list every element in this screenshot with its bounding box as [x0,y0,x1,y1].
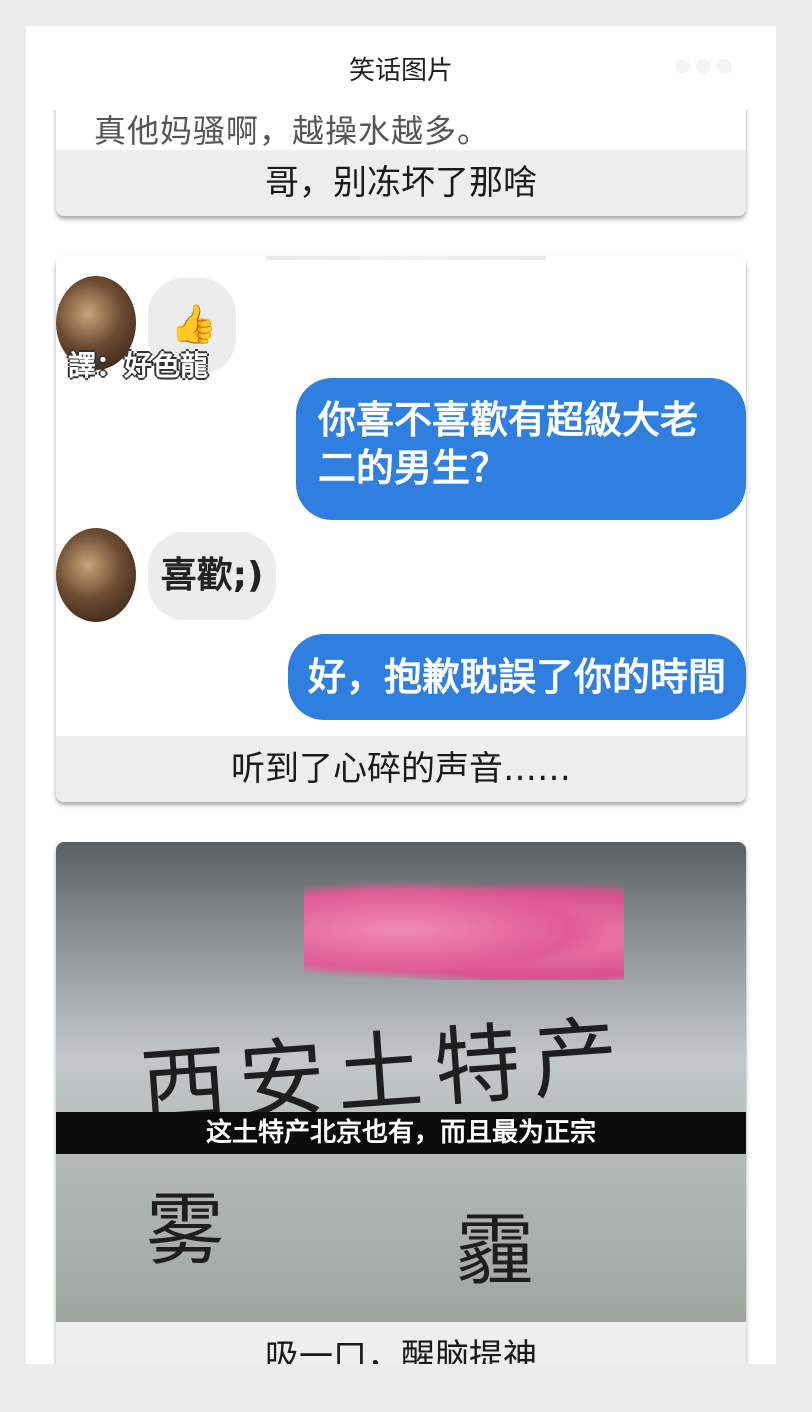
page-title: 笑话图片 [348,56,453,86]
chat-bubble-right: 好，抱歉耽誤了你的時間 [288,634,746,720]
more-menu-icon[interactable] [675,59,732,74]
top-bar: 笑话图片 [26,26,776,110]
handwriting-left: 雾 [146,1186,225,1276]
chat-bubble-left: 喜歡;) [148,532,276,620]
translator-label: 譯：好色龍 [68,349,209,382]
thumbs-up-icon: 👍 [170,302,218,346]
chat-message: 好，抱歉耽誤了你的時間 [308,655,727,699]
chat-message: 你喜不喜歡有超級大老二的男生？ [318,398,699,490]
image-top-fragment [266,256,546,260]
post-card[interactable]: 西安土特产 这土特产北京也有，而且最为正宗 雾 霾 吸一口，醒脑提神 [56,842,746,1364]
pink-bow [304,880,624,980]
post-caption: 哥，别冻坏了那啥 [56,150,746,216]
page-frame: 笑话图片 真他妈骚啊，越操水越多。 哥，别冻坏了那啥 👍 譯：好色龍 你喜不喜歡… [26,26,776,1364]
post-card[interactable]: 👍 譯：好色龍 你喜不喜歡有超級大老二的男生？ 喜歡;) 好，抱歉耽誤了你的時間… [56,256,746,802]
image-text: 真他妈骚啊，越操水越多。 [94,112,491,150]
post-image[interactable]: 西安土特产 这土特产北京也有，而且最为正宗 雾 霾 [56,842,746,1322]
chat-bubble-right: 你喜不喜歡有超級大老二的男生？ [296,378,746,520]
post-image[interactable]: 👍 譯：好色龍 你喜不喜歡有超級大老二的男生？ 喜歡;) 好，抱歉耽誤了你的時間 [56,256,746,736]
chat-message: 喜歡;) [160,555,264,596]
post-caption: 吸一口，醒脑提神 [56,1322,746,1364]
avatar [56,528,136,622]
image-subtitle: 这土特产北京也有，而且最为正宗 [56,1112,746,1154]
handwriting-right: 霾 [456,1206,535,1296]
post-caption: 听到了心碎的声音…… [56,736,746,802]
